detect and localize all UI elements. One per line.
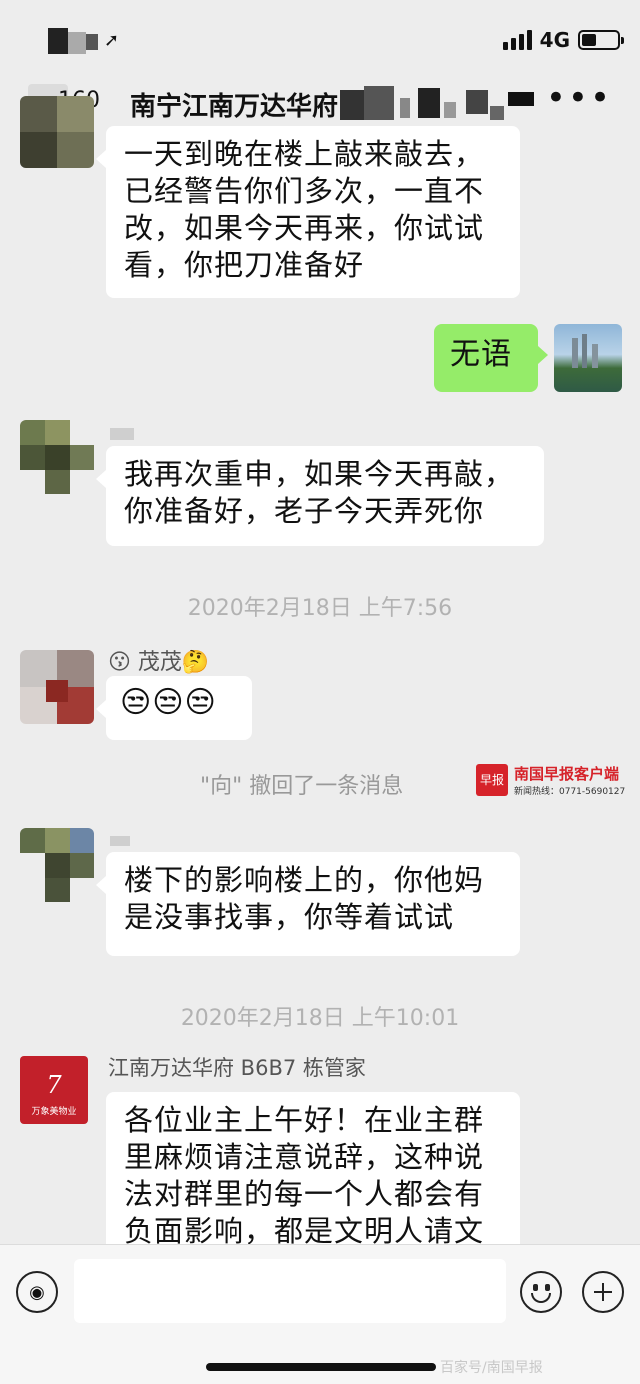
status-bar: ➚ 4G	[0, 0, 640, 70]
message-bubble-self[interactable]: 无语	[434, 324, 548, 392]
location-arrow-icon: ➚	[104, 30, 120, 51]
signal-icon	[502, 30, 532, 50]
voice-input-icon[interactable]: ◉	[16, 1271, 58, 1313]
mosaic-block	[68, 32, 86, 54]
message-bubble[interactable]: 各位业主上午好！在业主群里麻烦请注意说辞，这种说法对群里的每一个人都会有负面影响…	[106, 1092, 520, 1252]
sender-nickname: 江南万达华府 B6B7 栋管家	[108, 1056, 366, 1080]
mosaic-block	[86, 34, 98, 50]
avatar[interactable]	[20, 650, 94, 724]
chat-title: 南宁江南万达华府	[130, 92, 339, 122]
timestamp: 2020年2月18日 上午7:56	[187, 596, 453, 621]
network-type: 4G	[539, 28, 570, 52]
corner-watermark: 百家号/南国早报	[440, 1360, 543, 1376]
avatar[interactable]	[20, 828, 94, 902]
message-input[interactable]	[74, 1259, 506, 1323]
battery-icon	[578, 30, 624, 50]
property-logo-avatar[interactable]: 7 万象美物业	[20, 1056, 88, 1124]
nickname-mosaic	[110, 428, 134, 440]
newspaper-logo-icon: 早报	[476, 764, 508, 796]
battery-level	[582, 34, 596, 46]
chat-header: 160 南宁江南万达华府 •••	[0, 70, 640, 134]
watermark-hotline: 新闻热线：0771-5690127	[514, 787, 626, 797]
status-time-obscured: ➚	[48, 28, 120, 54]
sender-nickname: 😗 茂茂🤔	[108, 650, 210, 675]
emoji-icon[interactable]	[520, 1271, 562, 1313]
self-avatar[interactable]	[554, 324, 622, 392]
watermark-logo: 早报 南国早报客户端 新闻热线：0771-5690127	[476, 764, 636, 800]
recall-notice: "向" 撤回了一条消息	[200, 774, 404, 799]
timestamp: 2020年2月18日 上午10:01	[180, 1006, 460, 1031]
message-composer: ◉ 百家号/南国早报	[0, 1244, 640, 1384]
watermark-name: 南国早报客户端	[514, 765, 620, 783]
message-bubble[interactable]: 😒😒😒	[96, 676, 252, 740]
more-options-button[interactable]: •••	[546, 78, 612, 118]
mosaic-block	[48, 28, 68, 54]
home-indicator[interactable]	[206, 1363, 436, 1371]
avatar[interactable]	[20, 96, 94, 168]
nickname-mosaic	[110, 836, 130, 846]
message-bubble[interactable]: 楼下的影响楼上的，你他妈是没事找事，你等着试试	[96, 852, 520, 956]
message-bubble[interactable]: 我再次重申，如果今天再敲，你准备好，老子今天弄死你	[96, 446, 544, 546]
message-bubble[interactable]: 一天到晚在楼上敲来敲去，已经警告你们多次，一直不改，如果今天再来，你试试看，你把…	[96, 126, 520, 298]
plus-icon[interactable]	[582, 1271, 624, 1313]
title-mosaic	[340, 86, 540, 122]
avatar[interactable]	[20, 420, 94, 494]
